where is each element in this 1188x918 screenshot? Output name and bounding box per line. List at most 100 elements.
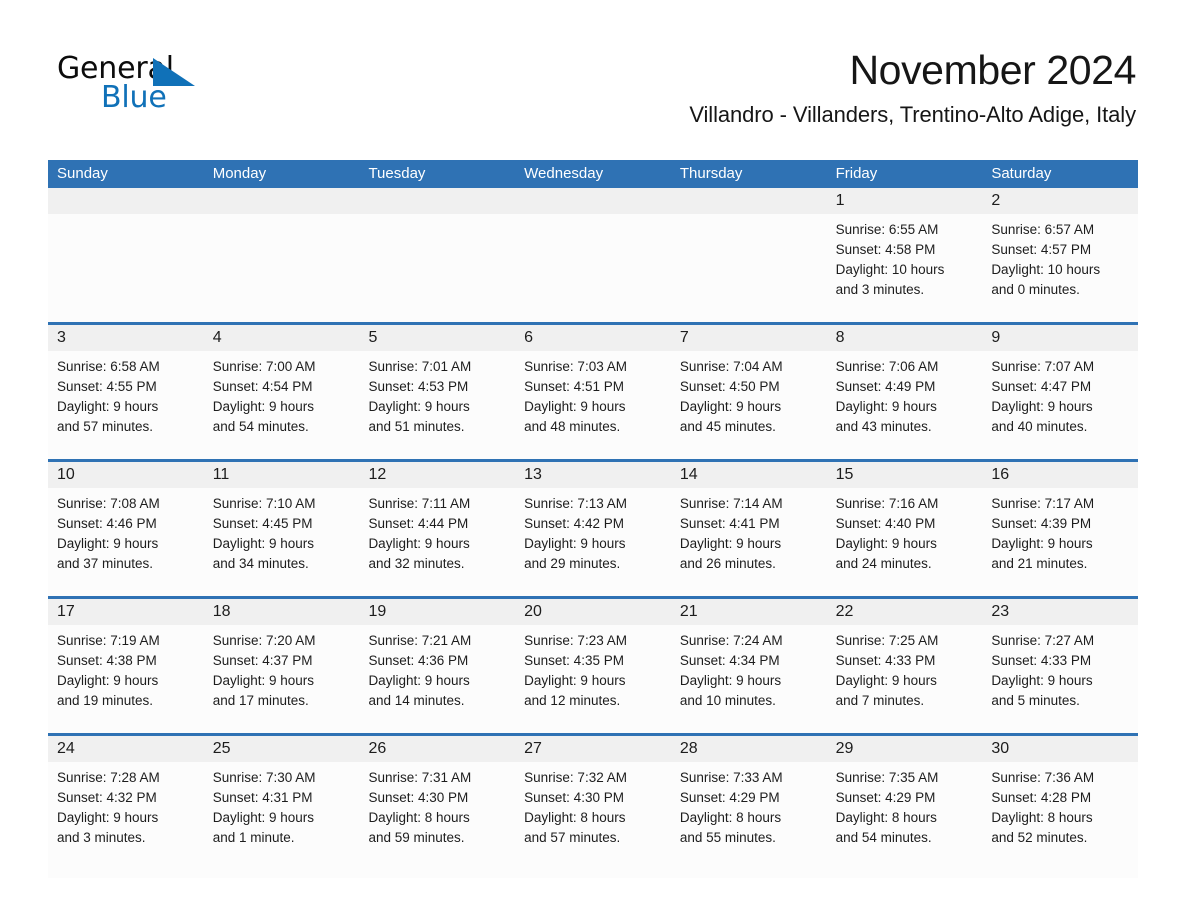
day-number[interactable]: 2 xyxy=(982,188,1138,214)
sunset-text: Sunset: 4:36 PM xyxy=(368,653,469,668)
daylight-text: Daylight: 9 hours xyxy=(524,673,626,688)
sunrise-text: Sunrise: 7:20 AM xyxy=(212,633,316,648)
day-number[interactable]: 29 xyxy=(827,736,983,762)
day-cell[interactable]: Sunrise: 7:10 AM Sunset: 4:45 PM Dayligh… xyxy=(204,488,360,596)
day-number[interactable]: 6 xyxy=(515,325,671,351)
day-cell[interactable]: Sunrise: 7:07 AM Sunset: 4:47 PM Dayligh… xyxy=(982,351,1138,459)
day-cell[interactable]: Sunrise: 6:57 AM Sunset: 4:57 PM Dayligh… xyxy=(982,214,1138,322)
day-number[interactable]: 12 xyxy=(359,462,515,488)
day-number[interactable]: 21 xyxy=(671,599,827,625)
day-cell[interactable]: Sunrise: 6:55 AM Sunset: 4:58 PM Dayligh… xyxy=(827,214,983,322)
daylight-text: Daylight: 9 hours xyxy=(524,536,626,551)
day-cell[interactable]: Sunrise: 7:17 AM Sunset: 4:39 PM Dayligh… xyxy=(982,488,1138,596)
day-cell[interactable]: Sunrise: 7:08 AM Sunset: 4:46 PM Dayligh… xyxy=(48,488,204,596)
day-cell[interactable]: Sunrise: 7:16 AM Sunset: 4:40 PM Dayligh… xyxy=(827,488,983,596)
day-number[interactable]: 10 xyxy=(48,462,204,488)
day-cell[interactable] xyxy=(204,214,360,322)
day-cell[interactable]: Sunrise: 7:23 AM Sunset: 4:35 PM Dayligh… xyxy=(515,625,671,733)
day-number[interactable]: 15 xyxy=(827,462,983,488)
day-cell[interactable]: Sunrise: 7:24 AM Sunset: 4:34 PM Dayligh… xyxy=(671,625,827,733)
day-number[interactable] xyxy=(671,188,827,214)
day-cell[interactable] xyxy=(359,214,515,322)
day-cell[interactable]: Sunrise: 7:33 AM Sunset: 4:29 PM Dayligh… xyxy=(671,762,827,878)
sunset-text: Sunset: 4:58 PM xyxy=(835,242,936,257)
day-number[interactable]: 13 xyxy=(515,462,671,488)
day-cell[interactable]: Sunrise: 7:25 AM Sunset: 4:33 PM Dayligh… xyxy=(827,625,983,733)
sunset-text: Sunset: 4:35 PM xyxy=(524,653,624,668)
day-number[interactable] xyxy=(204,188,360,214)
day-cell[interactable]: Sunrise: 7:27 AM Sunset: 4:33 PM Dayligh… xyxy=(982,625,1138,733)
day-cell[interactable] xyxy=(515,214,671,322)
day-number[interactable]: 16 xyxy=(982,462,1138,488)
day-cell[interactable]: Sunrise: 7:06 AM Sunset: 4:49 PM Dayligh… xyxy=(827,351,983,459)
sunrise-text: Sunrise: 7:33 AM xyxy=(679,770,783,785)
sunrise-text: Sunrise: 7:01 AM xyxy=(368,359,472,374)
day-cell[interactable]: Sunrise: 7:20 AM Sunset: 4:37 PM Dayligh… xyxy=(204,625,360,733)
day-number[interactable]: 25 xyxy=(204,736,360,762)
week-info-row: Sunrise: 7:19 AM Sunset: 4:38 PM Dayligh… xyxy=(48,625,1138,733)
day-cell[interactable]: Sunrise: 7:14 AM Sunset: 4:41 PM Dayligh… xyxy=(671,488,827,596)
sunrise-text: Sunrise: 7:16 AM xyxy=(835,496,939,511)
week-row: 10 11 12 13 14 15 16 Sunrise: 7:08 AM Su… xyxy=(48,459,1138,596)
day-number[interactable]: 8 xyxy=(827,325,983,351)
sunset-text: Sunset: 4:53 PM xyxy=(368,379,469,394)
day-number[interactable]: 20 xyxy=(515,599,671,625)
day-cell[interactable]: Sunrise: 6:58 AM Sunset: 4:55 PM Dayligh… xyxy=(48,351,204,459)
day-cell[interactable]: Sunrise: 7:03 AM Sunset: 4:51 PM Dayligh… xyxy=(515,351,671,459)
day-cell[interactable]: Sunrise: 7:19 AM Sunset: 4:38 PM Dayligh… xyxy=(48,625,204,733)
day-number[interactable]: 4 xyxy=(204,325,360,351)
week-daynumber-row: 24 25 26 27 28 29 30 xyxy=(48,736,1138,762)
day-number[interactable]: 27 xyxy=(515,736,671,762)
day-number[interactable]: 1 xyxy=(827,188,983,214)
day-cell[interactable]: Sunrise: 7:30 AM Sunset: 4:31 PM Dayligh… xyxy=(204,762,360,878)
day-cell[interactable]: Sunrise: 7:35 AM Sunset: 4:29 PM Dayligh… xyxy=(827,762,983,878)
daylight-text-cont: and 24 minutes. xyxy=(835,556,932,571)
sunrise-text: Sunrise: 6:55 AM xyxy=(835,222,939,237)
location-subtitle: Villandro - Villanders, Trentino-Alto Ad… xyxy=(689,102,1136,127)
sunrise-text: Sunrise: 7:17 AM xyxy=(991,496,1095,511)
daylight-text-cont: and 29 minutes. xyxy=(524,556,621,571)
generalblue-logo[interactable]: General Blue xyxy=(57,52,287,115)
sunrise-text: Sunrise: 7:03 AM xyxy=(524,359,627,374)
day-number[interactable]: 11 xyxy=(204,462,360,488)
day-number[interactable] xyxy=(48,188,204,214)
day-cell[interactable]: Sunrise: 7:31 AM Sunset: 4:30 PM Dayligh… xyxy=(359,762,515,878)
day-number[interactable]: 18 xyxy=(204,599,360,625)
day-number[interactable] xyxy=(515,188,671,214)
day-cell[interactable]: Sunrise: 7:01 AM Sunset: 4:53 PM Dayligh… xyxy=(359,351,515,459)
day-number[interactable]: 17 xyxy=(48,599,204,625)
logo-text-blue: Blue xyxy=(101,80,167,115)
day-number[interactable]: 23 xyxy=(982,599,1138,625)
day-cell[interactable]: Sunrise: 7:00 AM Sunset: 4:54 PM Dayligh… xyxy=(204,351,360,459)
day-cell[interactable] xyxy=(671,214,827,322)
day-cell[interactable]: Sunrise: 7:04 AM Sunset: 4:50 PM Dayligh… xyxy=(671,351,827,459)
day-number[interactable] xyxy=(359,188,515,214)
day-number[interactable]: 7 xyxy=(671,325,827,351)
day-number[interactable]: 24 xyxy=(48,736,204,762)
day-number[interactable]: 14 xyxy=(671,462,827,488)
day-cell[interactable]: Sunrise: 7:13 AM Sunset: 4:42 PM Dayligh… xyxy=(515,488,671,596)
sunrise-text: Sunrise: 7:14 AM xyxy=(679,496,783,511)
day-cell[interactable]: Sunrise: 7:11 AM Sunset: 4:44 PM Dayligh… xyxy=(359,488,515,596)
day-number[interactable]: 28 xyxy=(671,736,827,762)
day-number[interactable]: 26 xyxy=(359,736,515,762)
daylight-text: Daylight: 8 hours xyxy=(368,810,470,825)
day-cell[interactable] xyxy=(48,214,204,322)
day-number[interactable]: 19 xyxy=(359,599,515,625)
sunrise-text: Sunrise: 7:13 AM xyxy=(524,496,627,511)
day-number[interactable]: 3 xyxy=(48,325,204,351)
day-number[interactable]: 22 xyxy=(827,599,983,625)
day-cell[interactable]: Sunrise: 7:36 AM Sunset: 4:28 PM Dayligh… xyxy=(982,762,1138,878)
day-number[interactable]: 30 xyxy=(982,736,1138,762)
day-cell[interactable]: Sunrise: 7:21 AM Sunset: 4:36 PM Dayligh… xyxy=(359,625,515,733)
day-number[interactable]: 9 xyxy=(982,325,1138,351)
weekday-header-wednesday: Wednesday xyxy=(524,165,604,182)
daylight-text-cont: and 0 minutes. xyxy=(991,282,1080,297)
sunset-text: Sunset: 4:34 PM xyxy=(679,653,780,668)
weekday-header-tuesday: Tuesday xyxy=(368,165,426,182)
daylight-text: Daylight: 9 hours xyxy=(835,673,937,688)
day-cell[interactable]: Sunrise: 7:28 AM Sunset: 4:32 PM Dayligh… xyxy=(48,762,204,878)
daylight-text-cont: and 3 minutes. xyxy=(57,830,146,845)
day-cell[interactable]: Sunrise: 7:32 AM Sunset: 4:30 PM Dayligh… xyxy=(515,762,671,878)
day-number[interactable]: 5 xyxy=(359,325,515,351)
